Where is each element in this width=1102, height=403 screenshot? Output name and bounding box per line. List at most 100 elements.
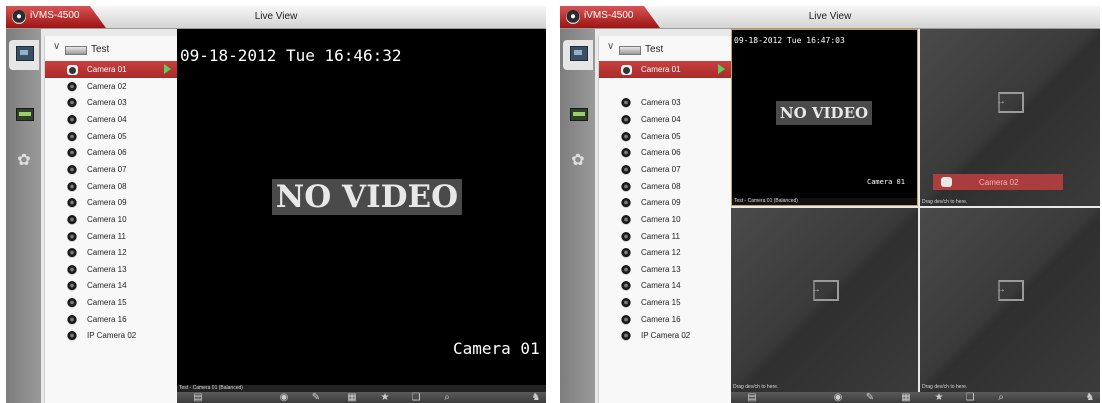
camera-icon (67, 231, 77, 242)
camera-icon (67, 264, 77, 275)
drag-hint: Drag dev/ch to here. (922, 199, 968, 205)
dvr-icon (65, 46, 87, 55)
playback-nav[interactable] (12, 101, 36, 125)
camera-label: Camera 14 (87, 281, 127, 291)
settings-nav[interactable]: ✿ (566, 149, 590, 173)
camera-label: IP Camera 02 (641, 331, 691, 341)
favorite-icon[interactable]: ★ (378, 392, 392, 403)
camera-item[interactable]: Camera 14 (599, 277, 731, 294)
camera-icon (67, 98, 77, 109)
live-view-nav[interactable] (563, 40, 593, 70)
favorite-icon[interactable]: ★ (932, 392, 946, 403)
camera-item[interactable]: Camera 03 (599, 94, 731, 111)
live-view-grid: iVMS-4500 Live View ✿ ∨ Test Camera 01 Ca… (560, 6, 1100, 403)
drag-target-icon (996, 92, 1024, 113)
osd-camera-name: Camera 01 (453, 339, 540, 358)
video-tile-1[interactable]: 09-18-2012 Tue 16:47:03 NO VIDEO Camera … (731, 29, 918, 206)
copy-icon[interactable]: ❏ (409, 392, 423, 403)
multi-screen-icon[interactable]: ♞ (529, 392, 543, 403)
camera-item[interactable]: Camera 10 (45, 211, 177, 228)
camera-label: Camera 11 (641, 231, 680, 241)
osd-timestamp: 09-18-2012 Tue 16:47:03 (734, 36, 845, 45)
camera-item[interactable]: Camera 06 (45, 144, 177, 161)
camera-item[interactable]: Camera 15 (45, 294, 177, 311)
camera-item[interactable]: Camera 08 (599, 178, 731, 195)
camera-item[interactable]: Camera 09 (599, 194, 731, 211)
camera-item[interactable]: IP Camera 02 (45, 327, 177, 344)
camera-item[interactable]: Camera 16 (45, 311, 177, 328)
camera-icon (67, 65, 78, 75)
record-icon[interactable]: ✎ (863, 392, 877, 403)
live-view-single: iVMS-4500 Live View ✿ ∨ Test Camera 01 Ca… (6, 6, 546, 403)
title-bar: iVMS-4500 Live View (560, 6, 1100, 29)
camera-label: Camera 06 (87, 148, 127, 158)
multi-screen-icon[interactable]: ♞ (1083, 392, 1097, 403)
camera-label: Camera 10 (87, 214, 127, 224)
fullscreen-icon[interactable]: ⌕ (440, 392, 454, 403)
camera-item[interactable]: Camera 04 (45, 111, 177, 128)
camera-item[interactable]: Camera 03 (45, 94, 177, 111)
camera-item[interactable]: Camera 08 (45, 178, 177, 195)
camera-icon (621, 331, 631, 342)
camera-item[interactable]: Camera 09 (45, 194, 177, 211)
camera-icon (621, 164, 631, 175)
bottom-toolbar: ▤ ◉ ✎ ▦ ★ ❏ ⌕ ♞ (731, 392, 1100, 403)
device-group[interactable]: ∨ Test (599, 36, 731, 61)
video-window[interactable]: 09-18-2012 Tue 16:46:32 NO VIDEO Camera … (177, 29, 546, 392)
play-icon[interactable] (718, 64, 725, 74)
camera-item[interactable]: Camera 11 (599, 228, 731, 245)
play-icon[interactable] (164, 64, 171, 74)
camera-item[interactable]: Camera 15 (599, 294, 731, 311)
video-tile-4[interactable]: Drag dev/ch to here. (920, 208, 1100, 392)
dragging-camera[interactable]: Camera 02 (933, 174, 1063, 190)
camera-item[interactable]: Camera 13 (45, 261, 177, 278)
ptz-icon[interactable]: ▦ (899, 392, 913, 403)
camera-item[interactable]: IP Camera 02 (599, 327, 731, 344)
camera-item[interactable]: Camera 12 (45, 244, 177, 261)
ptz-icon[interactable]: ▦ (345, 392, 359, 403)
camera-item[interactable]: Camera 06 (599, 144, 731, 161)
camera-label: Camera 16 (641, 314, 681, 324)
camera-item[interactable]: Camera 13 (599, 261, 731, 278)
camera-icon (67, 131, 77, 142)
camera-item[interactable]: Camera 01 (45, 61, 177, 78)
camera-item[interactable]: Camera 05 (599, 128, 731, 145)
camera-label: IP Camera 02 (87, 331, 137, 341)
camera-icon (941, 177, 952, 187)
osd-timestamp: 09-18-2012 Tue 16:46:32 (180, 46, 402, 65)
camera-item[interactable]: Camera 16 (599, 311, 731, 328)
camera-icon (621, 264, 631, 275)
live-view-nav[interactable] (9, 40, 39, 70)
record-icon[interactable]: ✎ (309, 392, 323, 403)
camera-label: Camera 13 (87, 264, 127, 274)
camera-item[interactable]: Camera 07 (599, 161, 731, 178)
drag-hint: Drag dev/ch to here. (733, 384, 779, 390)
camera-item[interactable]: Camera 04 (599, 111, 731, 128)
group-name: Test (645, 44, 664, 55)
snapshot-icon[interactable]: ◉ (277, 392, 291, 403)
settings-nav[interactable]: ✿ (12, 149, 36, 173)
side-nav: ✿ (560, 29, 595, 403)
playback-nav[interactable] (566, 101, 590, 125)
camera-item[interactable]: Camera 07 (45, 161, 177, 178)
camera-item[interactable]: Camera 11 (45, 228, 177, 245)
camera-item[interactable]: Camera 12 (599, 244, 731, 261)
camera-item[interactable]: Camera 10 (599, 211, 731, 228)
camera-item[interactable]: Camera 05 (45, 128, 177, 145)
device-list: ∨ Test Camera 01 Camera 02 Camera 03 Camera… (44, 36, 178, 403)
camera-label: Camera 01 (641, 65, 681, 74)
video-tile-2[interactable]: Camera 02 Drag dev/ch to here. (920, 29, 1100, 206)
video-tile-3[interactable]: Drag dev/ch to here. (731, 208, 918, 392)
layout-icon[interactable]: ▤ (191, 392, 205, 403)
copy-icon[interactable]: ❏ (963, 392, 977, 403)
view-title: Live View (808, 11, 852, 22)
camera-label: Camera 03 (87, 98, 127, 108)
snapshot-icon[interactable]: ◉ (831, 392, 845, 403)
channel-status: Test - Camera 01 (Balanced) (732, 198, 917, 205)
camera-item[interactable]: Camera 02 (45, 78, 177, 95)
layout-icon[interactable]: ▤ (745, 392, 759, 403)
camera-item[interactable]: Camera 14 (45, 277, 177, 294)
device-group[interactable]: ∨ Test (45, 36, 177, 61)
fullscreen-icon[interactable]: ⌕ (994, 392, 1008, 403)
camera-item[interactable]: Camera 01 (599, 61, 731, 78)
